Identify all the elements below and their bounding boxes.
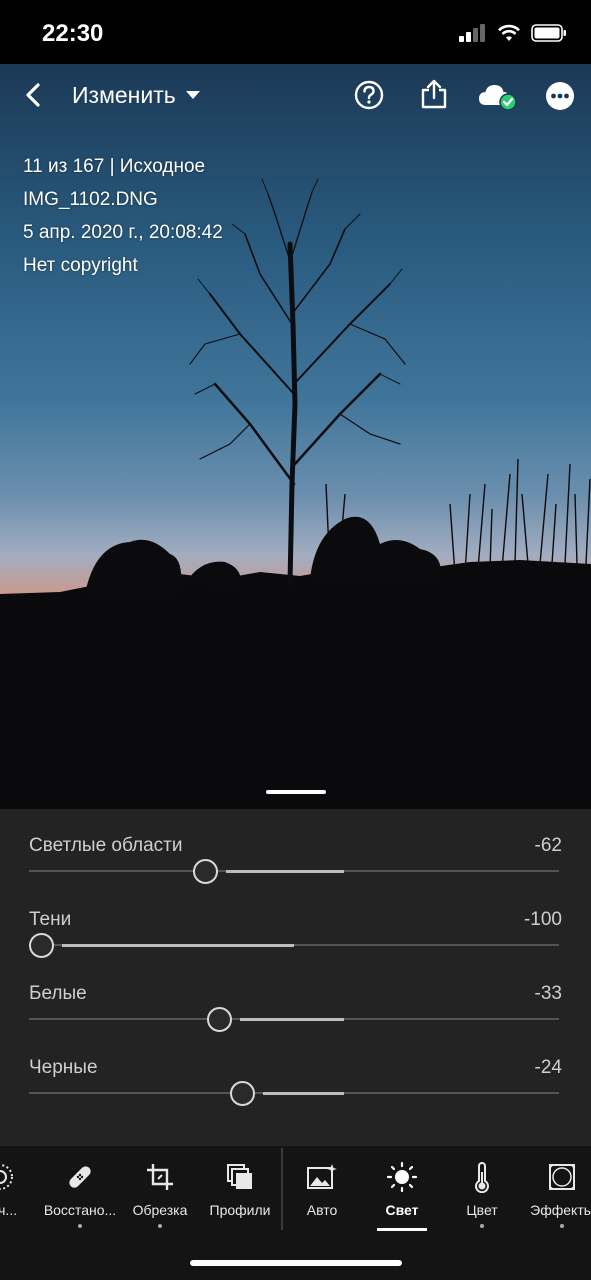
tool-label: Цвет bbox=[466, 1202, 498, 1218]
panel-drag-handle[interactable] bbox=[266, 790, 326, 794]
chevron-left-icon bbox=[26, 83, 40, 107]
tool-label: Свет bbox=[385, 1202, 419, 1218]
tool-effects[interactable]: Эффекты bbox=[522, 1146, 591, 1246]
vignette-icon bbox=[549, 1164, 575, 1190]
slider-knob[interactable] bbox=[29, 933, 54, 958]
tool-healing[interactable]: Восстано... bbox=[40, 1146, 120, 1246]
more-icon bbox=[546, 82, 574, 110]
photo-date: 5 апр. 2020 г., 20:08:42 bbox=[23, 222, 223, 243]
slider-fill bbox=[263, 1092, 344, 1095]
crop-icon bbox=[147, 1164, 173, 1190]
has-changes-dot bbox=[158, 1224, 162, 1228]
caret-down-icon bbox=[185, 91, 200, 99]
home-indicator[interactable] bbox=[190, 1260, 402, 1266]
tool-label: Восстано... bbox=[43, 1202, 117, 1218]
photo-filename: IMG_1102.DNG bbox=[23, 189, 158, 210]
tool-selective[interactable]: роч... bbox=[0, 1146, 40, 1246]
selective-icon bbox=[0, 1164, 13, 1190]
share-button[interactable] bbox=[417, 76, 451, 112]
active-tool-indicator bbox=[377, 1228, 427, 1231]
slider-value: -100 bbox=[523, 909, 562, 930]
tool-label: Профили bbox=[209, 1202, 271, 1218]
slider-value: -62 bbox=[534, 835, 562, 856]
slider-fill bbox=[239, 1018, 344, 1021]
status-bar: 22:30 bbox=[0, 0, 591, 64]
slider-value: -24 bbox=[534, 1057, 562, 1078]
back-button[interactable] bbox=[18, 78, 48, 112]
light-adjustments-panel: Светлые области -62 Тени -100 Белые -33 … bbox=[0, 809, 591, 1146]
tool-color[interactable]: Цвет bbox=[442, 1146, 522, 1246]
edit-mode-label: Изменить bbox=[72, 81, 176, 108]
slider-fill bbox=[226, 870, 344, 873]
light-icon bbox=[386, 1161, 418, 1193]
cloud-sync-button[interactable] bbox=[476, 80, 518, 112]
photo-copyright: Нет copyright bbox=[23, 255, 138, 276]
cloud-synced-icon bbox=[479, 85, 517, 111]
signal-icon bbox=[459, 24, 485, 42]
tool-auto[interactable]: Авто bbox=[282, 1146, 362, 1246]
toolbar-divider bbox=[281, 1148, 283, 1230]
share-icon bbox=[421, 79, 447, 109]
edit-mode-dropdown[interactable]: Изменить bbox=[72, 78, 202, 112]
bandage-icon bbox=[69, 1166, 91, 1188]
more-options-button[interactable] bbox=[543, 79, 577, 113]
tool-label: Эффекты bbox=[530, 1202, 591, 1218]
status-time: 22:30 bbox=[42, 20, 104, 47]
help-icon bbox=[354, 80, 384, 110]
has-changes-dot bbox=[560, 1224, 564, 1228]
wifi-icon bbox=[498, 24, 520, 41]
tool-label: Обрезка bbox=[132, 1202, 188, 1218]
tool-label: роч... bbox=[0, 1202, 18, 1218]
has-changes-dot bbox=[78, 1224, 82, 1228]
tool-label: Авто bbox=[306, 1202, 338, 1218]
auto-icon bbox=[307, 1164, 337, 1189]
tool-light[interactable]: Свет bbox=[362, 1146, 442, 1246]
slider-value: -33 bbox=[534, 983, 562, 1004]
tool-crop[interactable]: Обрезка bbox=[120, 1146, 200, 1246]
slider-knob[interactable] bbox=[230, 1081, 256, 1106]
slider-label: Белые bbox=[29, 983, 87, 1004]
photo-count-line: 11 из 167 | Исходное bbox=[23, 156, 206, 177]
slider-knob[interactable] bbox=[193, 859, 219, 884]
slider-label: Светлые области bbox=[29, 835, 183, 856]
slider-knob[interactable] bbox=[206, 1007, 232, 1032]
photo-info: 11 из 167 | Исходное IMG_1102.DNG 5 апр.… bbox=[23, 150, 223, 282]
slider-fill bbox=[62, 944, 294, 947]
profiles-icon bbox=[227, 1164, 252, 1189]
tool-profiles[interactable]: Профили bbox=[200, 1146, 280, 1246]
thermometer-icon bbox=[475, 1162, 489, 1193]
has-changes-dot bbox=[480, 1224, 484, 1228]
battery-icon bbox=[531, 24, 566, 42]
top-bar: Изменить bbox=[0, 64, 591, 126]
status-icons bbox=[459, 24, 567, 42]
help-button[interactable] bbox=[352, 78, 386, 112]
slider-label: Черные bbox=[29, 1057, 98, 1078]
slider-label: Тени bbox=[29, 909, 72, 930]
